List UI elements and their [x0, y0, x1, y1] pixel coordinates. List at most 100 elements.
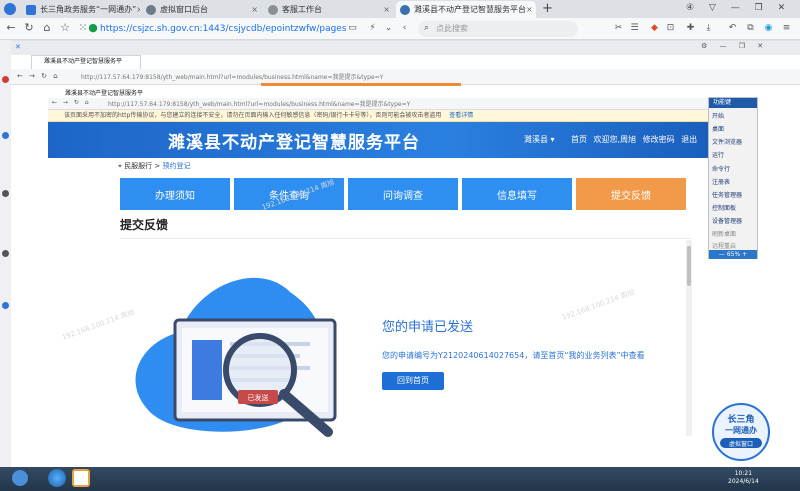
remote-tab[interactable]: 濉溪县不动产登记智慧服务平 [31, 55, 141, 69]
more-icon[interactable]: ≡ [780, 22, 793, 35]
menu-item-cmd[interactable]: 命令行 [712, 164, 730, 173]
step-tab-notice[interactable]: 办理须知 [120, 178, 230, 210]
tab-count-icon[interactable]: ④ [686, 3, 694, 13]
tab-0[interactable]: 长三角政务服务“一网通办” × [22, 1, 140, 18]
extension-icon[interactable]: ◆ [648, 22, 661, 35]
search-input[interactable]: 点此搜索 [418, 21, 578, 37]
bolt-icon[interactable]: ⚡ [366, 22, 379, 35]
tab-favicon-icon [26, 4, 36, 15]
tab-2[interactable]: 客服工作台 × [264, 1, 394, 18]
step-tab-submit[interactable]: 提交反馈 [576, 178, 686, 210]
browser-tab-strip: 长三角政务服务“一网通办” × 虚拟窗口后台 × 客服工作台 × 濉溪县不动产登… [0, 0, 800, 18]
menu-header: 功能键 [709, 98, 757, 108]
window-controls: ④ ▽ — ❐ ✕ [686, 3, 785, 13]
rail-app-icon[interactable] [2, 302, 9, 309]
rail-app-icon[interactable] [2, 190, 9, 197]
close-icon[interactable]: × [383, 5, 390, 14]
tab-favicon-icon [268, 4, 278, 15]
yangtze-badge[interactable]: 长三角 一网通办 虚拟窗口 [706, 402, 776, 462]
menu-item-start[interactable]: 开始 [712, 111, 724, 120]
minimize-icon[interactable]: — [731, 3, 740, 13]
search-icon: ⌕ [423, 23, 430, 33]
screenshot-icon[interactable]: ⊡ [664, 22, 677, 35]
svg-text:一网通办: 一网通办 [725, 425, 757, 435]
restore-icon[interactable]: ❐ [755, 3, 763, 13]
remote-window-controls[interactable]: ⚙ — ❐ ✕ [701, 42, 763, 50]
nested-tab[interactable]: 濉溪县不动产登记智慧服务平 [55, 88, 155, 98]
taskbar-user-icon[interactable] [12, 470, 28, 486]
user-nav: 首页 欢迎您,周旭 修改密码 退出 [571, 134, 697, 145]
zoom-level[interactable]: — 65% + [709, 250, 757, 259]
tab-3[interactable]: 濉溪县不动产登记智慧服务平台 × [396, 1, 536, 18]
notice-text: 该页面采用不加密的http传输协议，与您建立的连接不安全，请勿在页面内输入任何敏… [64, 112, 442, 119]
rail-app-icon[interactable] [2, 132, 9, 139]
menu-icon[interactable]: ☰ [628, 22, 641, 35]
new-tab-button[interactable]: + [542, 1, 553, 16]
nav-logout[interactable]: 退出 [681, 135, 697, 144]
menu-item-device-manager[interactable]: 设备管理器 [712, 216, 742, 225]
nav-welcome: 欢迎您,周旭 [593, 135, 637, 144]
undo-icon[interactable]: ↶ [726, 22, 739, 35]
edge-icon[interactable]: ◉ [762, 22, 775, 35]
menu-item-restart[interactable]: 远程重启 [712, 241, 736, 250]
cut-icon[interactable]: ✂ [612, 22, 625, 35]
function-menu: 功能键 开始 桌面 文件浏览器 运行 命令行 注册表 任务管理器 控制面板 设备… [708, 97, 758, 259]
remote-nav-icons[interactable]: ← → ↻ ⌂ [17, 72, 58, 80]
section-title: 提交反馈 [120, 218, 169, 232]
home-icon[interactable]: ⌂ [40, 21, 54, 35]
bookmark-star-icon[interactable]: ☆ [58, 21, 72, 35]
close-icon[interactable]: × [136, 5, 140, 14]
chevron-down-icon[interactable]: ⌄ [382, 22, 395, 35]
browser-logo-icon[interactable] [4, 3, 16, 15]
tab-1[interactable]: 虚拟窗口后台 × [142, 1, 262, 18]
step-tab-inquiry[interactable]: 问询调查 [348, 178, 458, 210]
nav-change-password[interactable]: 修改密码 [643, 135, 675, 144]
url-field[interactable]: https://csjzc.sh.gov.cn:1443/csjycdb/epo… [100, 21, 360, 37]
left-rail [0, 40, 11, 467]
location-icon: ⌖ [118, 162, 122, 170]
menu-item-file-browser[interactable]: 文件浏览器 [712, 137, 742, 146]
scrollbar-thumb[interactable] [687, 246, 691, 286]
menu-item-refresh[interactable]: 刷新桌面 [712, 229, 736, 238]
copy-icon[interactable]: ⧉ [744, 22, 757, 35]
breadcrumb-home[interactable]: 民服服行 [124, 162, 152, 170]
nested-address-bar: ← → ↻ ⌂ http://117.57.64.179:8158/yth_we… [48, 98, 708, 110]
rail-app-icon[interactable] [2, 76, 9, 83]
menu-item-run[interactable]: 运行 [712, 150, 724, 159]
start-button[interactable] [48, 469, 66, 487]
menu-item-desktop[interactable]: 桌面 [712, 124, 724, 133]
nested-nav-icons[interactable]: ← → ↻ ⌂ [52, 99, 89, 106]
sent-label: 已发送 [248, 393, 269, 402]
reload-icon[interactable]: ↻ [22, 21, 36, 35]
close-icon[interactable]: × [526, 5, 533, 14]
remote-title-bar: ✕ ⚙ — ❐ ✕ [11, 41, 800, 55]
security-notice: 该页面采用不加密的http传输协议，与您建立的连接不安全，请勿在页面内输入任何敏… [48, 110, 708, 122]
taskbar-browser-icon[interactable] [72, 469, 90, 487]
notice-link[interactable]: 查看详情 [449, 112, 473, 119]
tab-label: 濉溪县不动产登记智慧服务平台 [414, 5, 526, 14]
success-message: 您的申请编号为Y2120240614027654，请至首页“我的业务列表”中查看 [382, 351, 645, 360]
address-toolbar: ← ↻ ⌂ ☆ ⁙ ● https://csjzc.sh.gov.cn:1443… [0, 18, 800, 40]
breadcrumb-current[interactable]: 预约登记 [163, 162, 191, 170]
back-home-button[interactable]: 回到首页 [382, 372, 444, 390]
step-tab-info[interactable]: 信息填写 [462, 178, 572, 210]
taskbar-clock: 10:21 2024/6/14 [728, 470, 759, 485]
nested-url[interactable]: http://117.57.64.179:8158/yth_web/main.h… [108, 99, 410, 108]
back-history-icon[interactable]: ‹ [398, 22, 411, 35]
menu-item-registry[interactable]: 注册表 [712, 177, 730, 186]
back-icon[interactable]: ← [4, 21, 18, 35]
reader-icon[interactable]: ▭ [346, 22, 359, 35]
bookmark-icon[interactable]: ▽ [709, 3, 716, 13]
loading-progress [261, 83, 461, 86]
menu-item-task-manager[interactable]: 任务管理器 [712, 190, 742, 199]
nav-home[interactable]: 首页 [571, 135, 587, 144]
remote-url[interactable]: http://117.57.64.179:8158/yth_web/main.h… [81, 72, 383, 81]
badge-graphic: 长三角 一网通办 虚拟窗口 [712, 403, 770, 461]
menu-item-control-panel[interactable]: 控制面板 [712, 203, 736, 212]
region-select[interactable]: 濉溪县 ▾ [524, 134, 555, 145]
close-icon[interactable]: × [251, 5, 258, 14]
puzzle-icon[interactable]: ✚ [684, 22, 697, 35]
download-icon[interactable]: ⤓ [702, 22, 715, 35]
rail-app-icon[interactable] [2, 250, 9, 257]
close-window-icon[interactable]: ✕ [778, 3, 786, 13]
